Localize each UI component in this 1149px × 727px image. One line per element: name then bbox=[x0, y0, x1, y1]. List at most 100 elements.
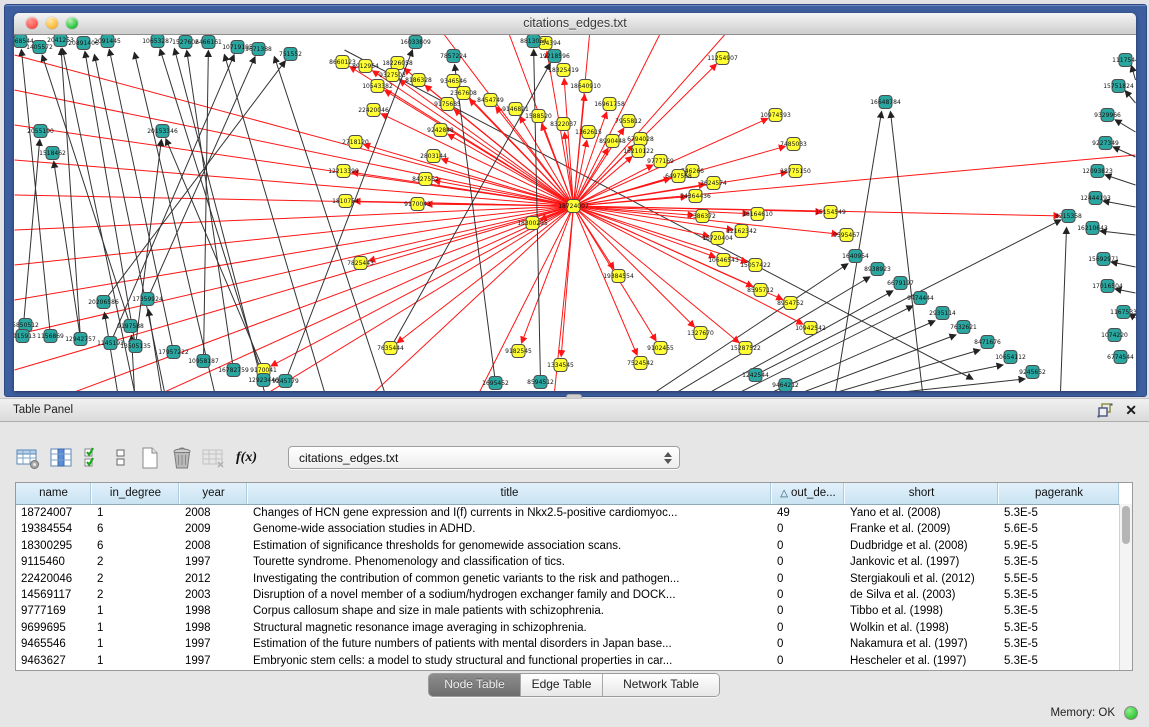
network-edge[interactable] bbox=[42, 56, 130, 326]
network-canvas[interactable]: 1872400786601238912954182260589327503818… bbox=[14, 35, 1136, 391]
table-cell: 1998 bbox=[180, 603, 248, 619]
network-edge[interactable] bbox=[61, 49, 80, 339]
network-edge[interactable] bbox=[15, 206, 574, 265]
network-edge[interactable] bbox=[838, 350, 980, 391]
network-edge[interactable] bbox=[204, 51, 209, 361]
table-cell: 0 bbox=[772, 571, 845, 587]
network-edge[interactable] bbox=[1106, 175, 1136, 185]
column-header-in-degree[interactable]: in_degree bbox=[92, 483, 180, 504]
network-edge[interactable] bbox=[15, 90, 574, 206]
delete-trash-icon[interactable] bbox=[170, 446, 194, 470]
table-vertical-scrollbar[interactable] bbox=[1119, 504, 1132, 670]
column-header-out-de-[interactable]: △out_de... bbox=[772, 483, 845, 504]
graph-node-label: 8912954 bbox=[352, 63, 379, 70]
network-edge[interactable] bbox=[804, 335, 956, 391]
table-cell: Franke et al. (2009) bbox=[845, 521, 999, 537]
network-edge[interactable] bbox=[271, 206, 573, 366]
table-row[interactable]: 1830029562008Estimation of significance … bbox=[16, 538, 1132, 554]
table-row[interactable]: 946362711997Embryonic stem cells: a mode… bbox=[16, 653, 1132, 669]
table-cell: 5.5E-5 bbox=[999, 571, 1120, 587]
window-titlebar[interactable]: citations_edges.txt bbox=[14, 13, 1136, 35]
graph-node-label: 18300295 bbox=[517, 220, 548, 227]
column-checklist-icon[interactable] bbox=[84, 446, 104, 470]
table-cell: 2008 bbox=[180, 505, 248, 521]
graph-node-label: 9182545 bbox=[505, 348, 532, 355]
graph-node-label: 6794028 bbox=[627, 136, 654, 143]
graph-node-label: 16782759 bbox=[218, 367, 249, 374]
table-row[interactable]: 969969511998Structural magnetic resonanc… bbox=[16, 620, 1132, 636]
graph-node-label: 2803144 bbox=[420, 153, 447, 160]
table-cell: 1997 bbox=[180, 636, 248, 652]
scrollbar-thumb[interactable] bbox=[1122, 506, 1130, 544]
network-edge[interactable] bbox=[448, 134, 573, 206]
graph-node-label: 18226058 bbox=[382, 60, 413, 67]
network-edge[interactable] bbox=[105, 313, 118, 391]
table-row[interactable]: 2242004622012Investigating the contribut… bbox=[16, 571, 1132, 587]
network-edge[interactable] bbox=[574, 206, 783, 299]
column-header-name[interactable]: name bbox=[16, 483, 92, 504]
graph-node-label: 1074220 bbox=[1101, 332, 1128, 339]
graph-node-label: 1117544 bbox=[1112, 57, 1136, 64]
table-cell: 5.3E-5 bbox=[999, 554, 1120, 570]
network-edge[interactable] bbox=[165, 206, 574, 391]
tab-edge-table[interactable]: Edge Table bbox=[521, 674, 603, 696]
network-edge[interactable] bbox=[54, 162, 81, 339]
table-row[interactable]: 911546021997Tourette syndrome. Phenomeno… bbox=[16, 554, 1132, 570]
tab-node-table[interactable]: Node Table bbox=[429, 674, 521, 696]
network-edge[interactable] bbox=[225, 55, 325, 391]
network-edge[interactable] bbox=[166, 139, 263, 370]
table-cell: 0 bbox=[772, 636, 845, 652]
graph-node-label: 1334545 bbox=[547, 362, 574, 369]
graph-node-label: 2935114 bbox=[929, 310, 956, 317]
table-row[interactable]: 1872400712008Changes of HCN gene express… bbox=[16, 505, 1132, 521]
network-edge[interactable] bbox=[352, 172, 573, 206]
column-header-year[interactable]: year bbox=[180, 483, 248, 504]
network-edge[interactable] bbox=[1061, 228, 1067, 391]
network-edge[interactable] bbox=[871, 365, 1003, 391]
table-row[interactable]: 1938455462009Genome-wide association stu… bbox=[16, 521, 1132, 537]
network-edge[interactable] bbox=[574, 206, 637, 355]
network-edge[interactable] bbox=[561, 206, 573, 356]
delete-table-icon-disabled bbox=[202, 446, 226, 470]
column-header-pagerank[interactable]: pagerank bbox=[999, 483, 1120, 504]
table-panel-title: Table Panel bbox=[13, 404, 73, 416]
graph-node-label: 9102455 bbox=[647, 345, 674, 352]
network-edge[interactable] bbox=[104, 61, 286, 302]
table-settings-icon[interactable] bbox=[16, 446, 40, 470]
table-cell: 2 bbox=[92, 571, 180, 587]
graph-node-label: 5850512 bbox=[14, 322, 39, 329]
network-edge[interactable] bbox=[891, 112, 923, 391]
network-edge[interactable] bbox=[160, 50, 263, 380]
table-source-dropdown[interactable]: citations_edges.txt bbox=[288, 446, 680, 469]
row-selector-icon[interactable] bbox=[114, 446, 128, 470]
select-column-icon[interactable] bbox=[50, 446, 74, 470]
network-edge[interactable] bbox=[1116, 120, 1136, 132]
table-cell: 9463627 bbox=[16, 653, 92, 669]
column-header-short[interactable]: short bbox=[845, 483, 999, 504]
new-document-icon[interactable] bbox=[138, 446, 162, 470]
table-cell: Disruption of a novel member of a sodium… bbox=[248, 587, 772, 603]
network-edge[interactable] bbox=[455, 65, 496, 383]
table-row[interactable]: 946554611997Estimation of the future num… bbox=[16, 636, 1132, 652]
float-window-icon[interactable] bbox=[1097, 403, 1113, 418]
network-edge[interactable] bbox=[375, 206, 574, 391]
tab-network-table[interactable]: Network Table bbox=[603, 674, 719, 696]
graph-node-label: 8594512 bbox=[527, 379, 554, 386]
network-edge[interactable] bbox=[286, 50, 413, 381]
network-edge[interactable] bbox=[1126, 91, 1136, 103]
close-panel-icon[interactable]: ✕ bbox=[1125, 401, 1137, 419]
function-builder-icon[interactable]: f(x) bbox=[236, 446, 264, 470]
network-edge[interactable] bbox=[1132, 66, 1136, 80]
column-header-title[interactable]: title bbox=[248, 483, 772, 504]
graph-node-label: 7825443 bbox=[347, 260, 374, 267]
table-cell: 1 bbox=[92, 620, 180, 636]
graph-node-label: 10958187 bbox=[188, 358, 219, 365]
table-cell: 6 bbox=[92, 521, 180, 537]
table-panel-body: f(x) citations_edges.txt namein_degreeye… bbox=[0, 422, 1149, 727]
network-edge[interactable] bbox=[23, 140, 40, 336]
network-edge[interactable] bbox=[187, 51, 234, 370]
table-row[interactable]: 1456911722003Disruption of a novel membe… bbox=[16, 587, 1132, 603]
table-cell: Investigating the contribution of common… bbox=[248, 571, 772, 587]
table-row[interactable]: 977716911998Corpus callosum shape and si… bbox=[16, 603, 1132, 619]
graph-node-label: 16961758 bbox=[594, 101, 625, 108]
